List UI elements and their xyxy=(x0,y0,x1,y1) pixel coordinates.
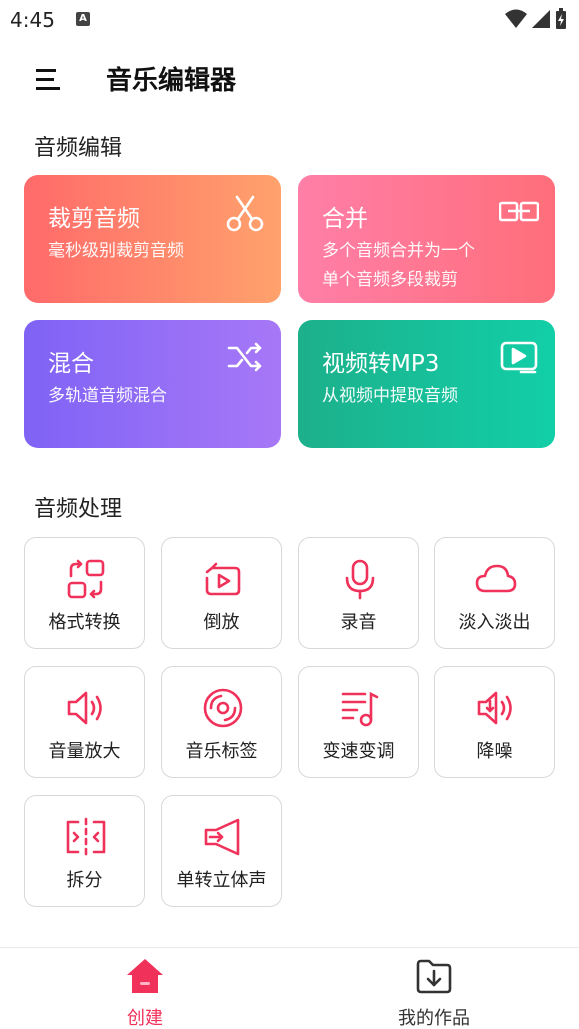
tool-speed-pitch[interactable]: 变速变调 xyxy=(298,666,419,778)
card-merge[interactable]: 合并 多个音频合并为一个 单个音频多段裁剪 xyxy=(298,175,555,303)
tool-reverse[interactable]: 倒放 xyxy=(161,537,282,649)
tool-noise-reduction[interactable]: 降噪 xyxy=(434,666,555,778)
tool-label: 降噪 xyxy=(476,741,513,762)
nav-item-create[interactable]: 创建 xyxy=(0,948,290,1029)
tool-music-tag[interactable]: 音乐标签 xyxy=(161,666,282,778)
tool-fade[interactable]: 淡入淡出 xyxy=(434,537,555,649)
reverse-play-icon xyxy=(205,562,241,596)
tool-label: 单转立体声 xyxy=(176,870,267,891)
stereo-icon xyxy=(204,818,240,856)
app-bar: 音乐编辑器 xyxy=(0,50,579,106)
home-icon xyxy=(127,959,163,993)
card-desc: 毫秒级别裁剪音频 xyxy=(48,241,184,261)
tool-label: 录音 xyxy=(340,612,377,633)
microphone-icon xyxy=(345,559,375,600)
card-mix[interactable]: 混合 多轨道音频混合 xyxy=(24,320,281,448)
card-title: 合并 xyxy=(322,206,368,232)
card-video-to-mp3[interactable]: 视频转MP3 从视频中提取音频 xyxy=(298,320,555,448)
scissors-icon xyxy=(226,195,264,232)
card-title: 视频转MP3 xyxy=(322,351,440,377)
menu-icon[interactable] xyxy=(34,66,62,92)
tool-split[interactable]: 拆分 xyxy=(24,795,145,907)
tool-label: 淡入淡出 xyxy=(458,612,531,633)
video-to-audio-icon xyxy=(500,341,538,374)
tool-format-convert[interactable]: 格式转换 xyxy=(24,537,145,649)
bottom-nav: 创建 我的作品 xyxy=(0,947,579,1029)
tool-volume-up[interactable]: 音量放大 xyxy=(24,666,145,778)
cloud-icon xyxy=(475,564,517,593)
page-title: 音乐编辑器 xyxy=(106,66,237,96)
card-desc: 多个音频合并为一个 单个音频多段裁剪 xyxy=(322,241,475,290)
status-icons xyxy=(505,8,567,30)
shuffle-icon xyxy=(227,342,262,372)
tool-label: 格式转换 xyxy=(48,612,121,633)
playlist-note-icon xyxy=(341,691,379,727)
section-title-process: 音频处理 xyxy=(34,497,123,522)
split-icon xyxy=(66,817,106,856)
tool-record[interactable]: 录音 xyxy=(298,537,419,649)
tool-stereo[interactable]: 单转立体声 xyxy=(161,795,282,907)
status-bar: 4:45 A xyxy=(0,0,579,40)
volume-up-icon xyxy=(67,691,102,725)
section-title-edit: 音频编辑 xyxy=(34,136,123,161)
nav-label: 我的作品 xyxy=(398,1008,470,1029)
status-indicator: A xyxy=(76,12,90,26)
tool-label: 音量放大 xyxy=(48,741,121,762)
wifi-icon xyxy=(505,9,527,28)
tool-label: 变速变调 xyxy=(322,741,395,762)
card-title: 裁剪音频 xyxy=(48,206,140,232)
card-cut-audio[interactable]: 裁剪音频 毫秒级别裁剪音频 xyxy=(24,175,281,303)
card-desc: 多轨道音频混合 xyxy=(48,386,167,406)
tool-label: 倒放 xyxy=(203,612,240,633)
card-desc: 从视频中提取音频 xyxy=(322,386,458,406)
card-title: 混合 xyxy=(48,351,94,377)
status-time: 4:45 xyxy=(10,8,55,32)
tool-label: 音乐标签 xyxy=(185,741,258,762)
battery-icon xyxy=(556,8,566,29)
merge-icon xyxy=(499,201,539,222)
format-convert-icon xyxy=(67,559,105,599)
signal-icon xyxy=(532,10,550,28)
noise-reduction-icon xyxy=(477,691,512,725)
music-tag-icon xyxy=(203,688,243,728)
tool-label: 拆分 xyxy=(66,870,103,891)
nav-label: 创建 xyxy=(127,1008,163,1029)
folder-download-icon xyxy=(416,959,452,994)
nav-item-my-works[interactable]: 我的作品 xyxy=(289,948,579,1029)
